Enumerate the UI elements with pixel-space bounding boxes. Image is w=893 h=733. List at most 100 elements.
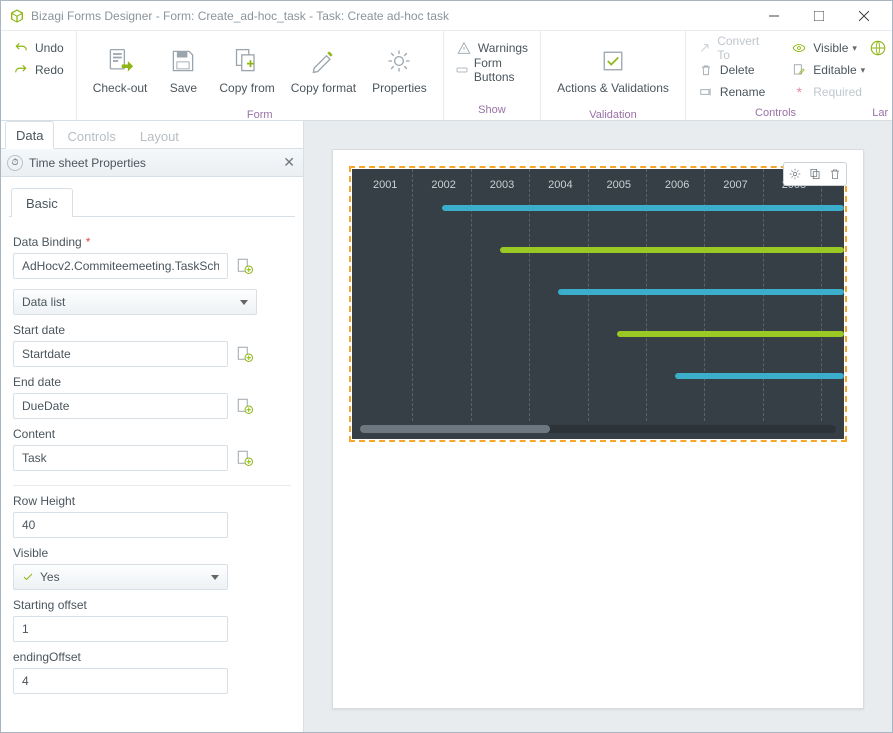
startdate-label: Start date bbox=[13, 323, 291, 337]
copyformat-button[interactable]: Copy format bbox=[283, 35, 364, 105]
component-toolbar bbox=[783, 162, 847, 186]
copy-icon[interactable] bbox=[806, 165, 824, 183]
required-label: Required bbox=[813, 85, 862, 99]
save-icon bbox=[167, 45, 199, 77]
globe-icon[interactable] bbox=[869, 39, 887, 57]
subtab-basic[interactable]: Basic bbox=[11, 188, 73, 217]
window-maximize-button[interactable] bbox=[796, 1, 841, 30]
save-label: Save bbox=[170, 81, 197, 95]
undo-button[interactable]: Undo bbox=[9, 38, 68, 58]
undo-label: Undo bbox=[35, 41, 64, 55]
properties-icon bbox=[383, 45, 415, 77]
timeline-bar bbox=[442, 205, 844, 211]
convert-icon bbox=[698, 41, 711, 55]
warnings-label: Warnings bbox=[478, 41, 528, 55]
tab-data[interactable]: Data bbox=[5, 121, 54, 149]
timeline-bar bbox=[500, 247, 844, 253]
check-icon bbox=[22, 571, 34, 583]
properties-header: ⏱ Time sheet Properties ✕ bbox=[1, 149, 303, 177]
rowheight-label: Row Height bbox=[13, 494, 291, 508]
undo-icon bbox=[13, 41, 29, 55]
app-icon bbox=[9, 8, 25, 24]
formbuttons-button[interactable]: Form Buttons bbox=[452, 60, 532, 80]
tab-controls[interactable]: Controls bbox=[56, 122, 126, 149]
warning-icon bbox=[456, 41, 472, 55]
content-input[interactable] bbox=[13, 445, 228, 471]
eye-icon bbox=[791, 41, 807, 55]
window-minimize-button[interactable] bbox=[751, 1, 796, 30]
startoffset-label: Starting offset bbox=[13, 598, 291, 612]
enddate-input[interactable] bbox=[13, 393, 228, 419]
rowheight-input[interactable] bbox=[13, 512, 228, 538]
trash-icon bbox=[698, 63, 714, 77]
convertto-button[interactable]: Convert To bbox=[694, 38, 769, 58]
rename-button[interactable]: Rename bbox=[694, 82, 769, 102]
formbuttons-icon bbox=[456, 63, 468, 77]
timeline-bar bbox=[617, 331, 844, 337]
content-add-button[interactable] bbox=[236, 449, 254, 467]
checkout-button[interactable]: Check-out bbox=[85, 35, 156, 105]
chevron-down-icon: ▾ bbox=[861, 65, 866, 76]
editable-button[interactable]: Editable ▾ bbox=[787, 60, 869, 80]
visible-button[interactable]: Visible ▾ bbox=[787, 38, 869, 58]
show-group-label: Show bbox=[444, 104, 540, 120]
save-button[interactable]: Save bbox=[155, 35, 211, 105]
timeline-bar bbox=[675, 373, 844, 379]
checkout-icon bbox=[104, 45, 136, 77]
actions-icon bbox=[597, 45, 629, 77]
rename-label: Rename bbox=[720, 85, 765, 99]
enddate-label: End date bbox=[13, 375, 291, 389]
timeline-chart: 20012002200320042005200620072008 bbox=[352, 169, 844, 439]
timeline-bar bbox=[558, 289, 844, 295]
window-title: Bizagi Forms Designer - Form: Create_ad-… bbox=[31, 9, 751, 23]
panel-tabs: Data Controls Layout bbox=[1, 121, 303, 149]
startdate-input[interactable] bbox=[13, 341, 228, 367]
tab-layout[interactable]: Layout bbox=[129, 122, 190, 149]
enddate-add-button[interactable] bbox=[236, 397, 254, 415]
endoffset-input[interactable] bbox=[13, 668, 228, 694]
editable-icon bbox=[791, 63, 807, 77]
redo-label: Redo bbox=[35, 63, 64, 77]
clock-icon: ⏱ bbox=[7, 155, 23, 171]
actions-button[interactable]: Actions & Validations bbox=[549, 35, 677, 105]
checkout-label: Check-out bbox=[93, 81, 148, 95]
form-group-label: Form bbox=[77, 109, 443, 121]
chevron-down-icon bbox=[240, 300, 248, 305]
visible-select[interactable]: Yes bbox=[13, 564, 228, 590]
copyformat-icon bbox=[307, 45, 339, 77]
warnings-button[interactable]: Warnings bbox=[452, 38, 532, 58]
validation-group-label: Validation bbox=[541, 109, 685, 121]
form-page: 20012002200320042005200620072008 bbox=[332, 149, 864, 709]
delete-button[interactable]: Delete bbox=[694, 60, 769, 80]
gear-icon[interactable] bbox=[786, 165, 804, 183]
datalist-select[interactable]: Data list bbox=[13, 289, 257, 315]
visible-label: Visible bbox=[813, 41, 848, 55]
databinding-add-button[interactable] bbox=[236, 257, 254, 275]
rename-icon bbox=[698, 85, 714, 99]
chart-scrollbar[interactable] bbox=[360, 425, 836, 433]
startdate-add-button[interactable] bbox=[236, 345, 254, 363]
scrollbar-thumb[interactable] bbox=[360, 425, 550, 433]
properties-label: Properties bbox=[372, 81, 427, 95]
editable-label: Editable bbox=[813, 63, 856, 77]
copyformat-label: Copy format bbox=[291, 81, 356, 95]
design-canvas[interactable]: 20012002200320042005200620072008 bbox=[304, 121, 892, 732]
trash-icon[interactable] bbox=[826, 165, 844, 183]
close-icon[interactable]: ✕ bbox=[283, 154, 295, 171]
titlebar: Bizagi Forms Designer - Form: Create_ad-… bbox=[1, 1, 892, 31]
databinding-input[interactable] bbox=[13, 253, 228, 279]
required-button[interactable]: * Required bbox=[787, 82, 869, 102]
formbuttons-label: Form Buttons bbox=[474, 56, 528, 84]
window-close-button[interactable] bbox=[841, 1, 886, 30]
lan-group-label: Lar bbox=[865, 107, 892, 120]
copyfrom-button[interactable]: Copy from bbox=[211, 35, 282, 105]
left-panel: Data Controls Layout ⏱ Time sheet Proper… bbox=[1, 121, 304, 732]
startoffset-input[interactable] bbox=[13, 616, 228, 642]
timesheet-component[interactable]: 20012002200320042005200620072008 bbox=[349, 166, 847, 442]
asterisk-icon: * bbox=[791, 84, 807, 100]
visible-value: Yes bbox=[40, 570, 60, 584]
properties-button[interactable]: Properties bbox=[364, 35, 435, 105]
chevron-down-icon: ▾ bbox=[852, 43, 857, 54]
redo-button[interactable]: Redo bbox=[9, 60, 68, 80]
databinding-label: Data Binding* bbox=[13, 235, 291, 249]
